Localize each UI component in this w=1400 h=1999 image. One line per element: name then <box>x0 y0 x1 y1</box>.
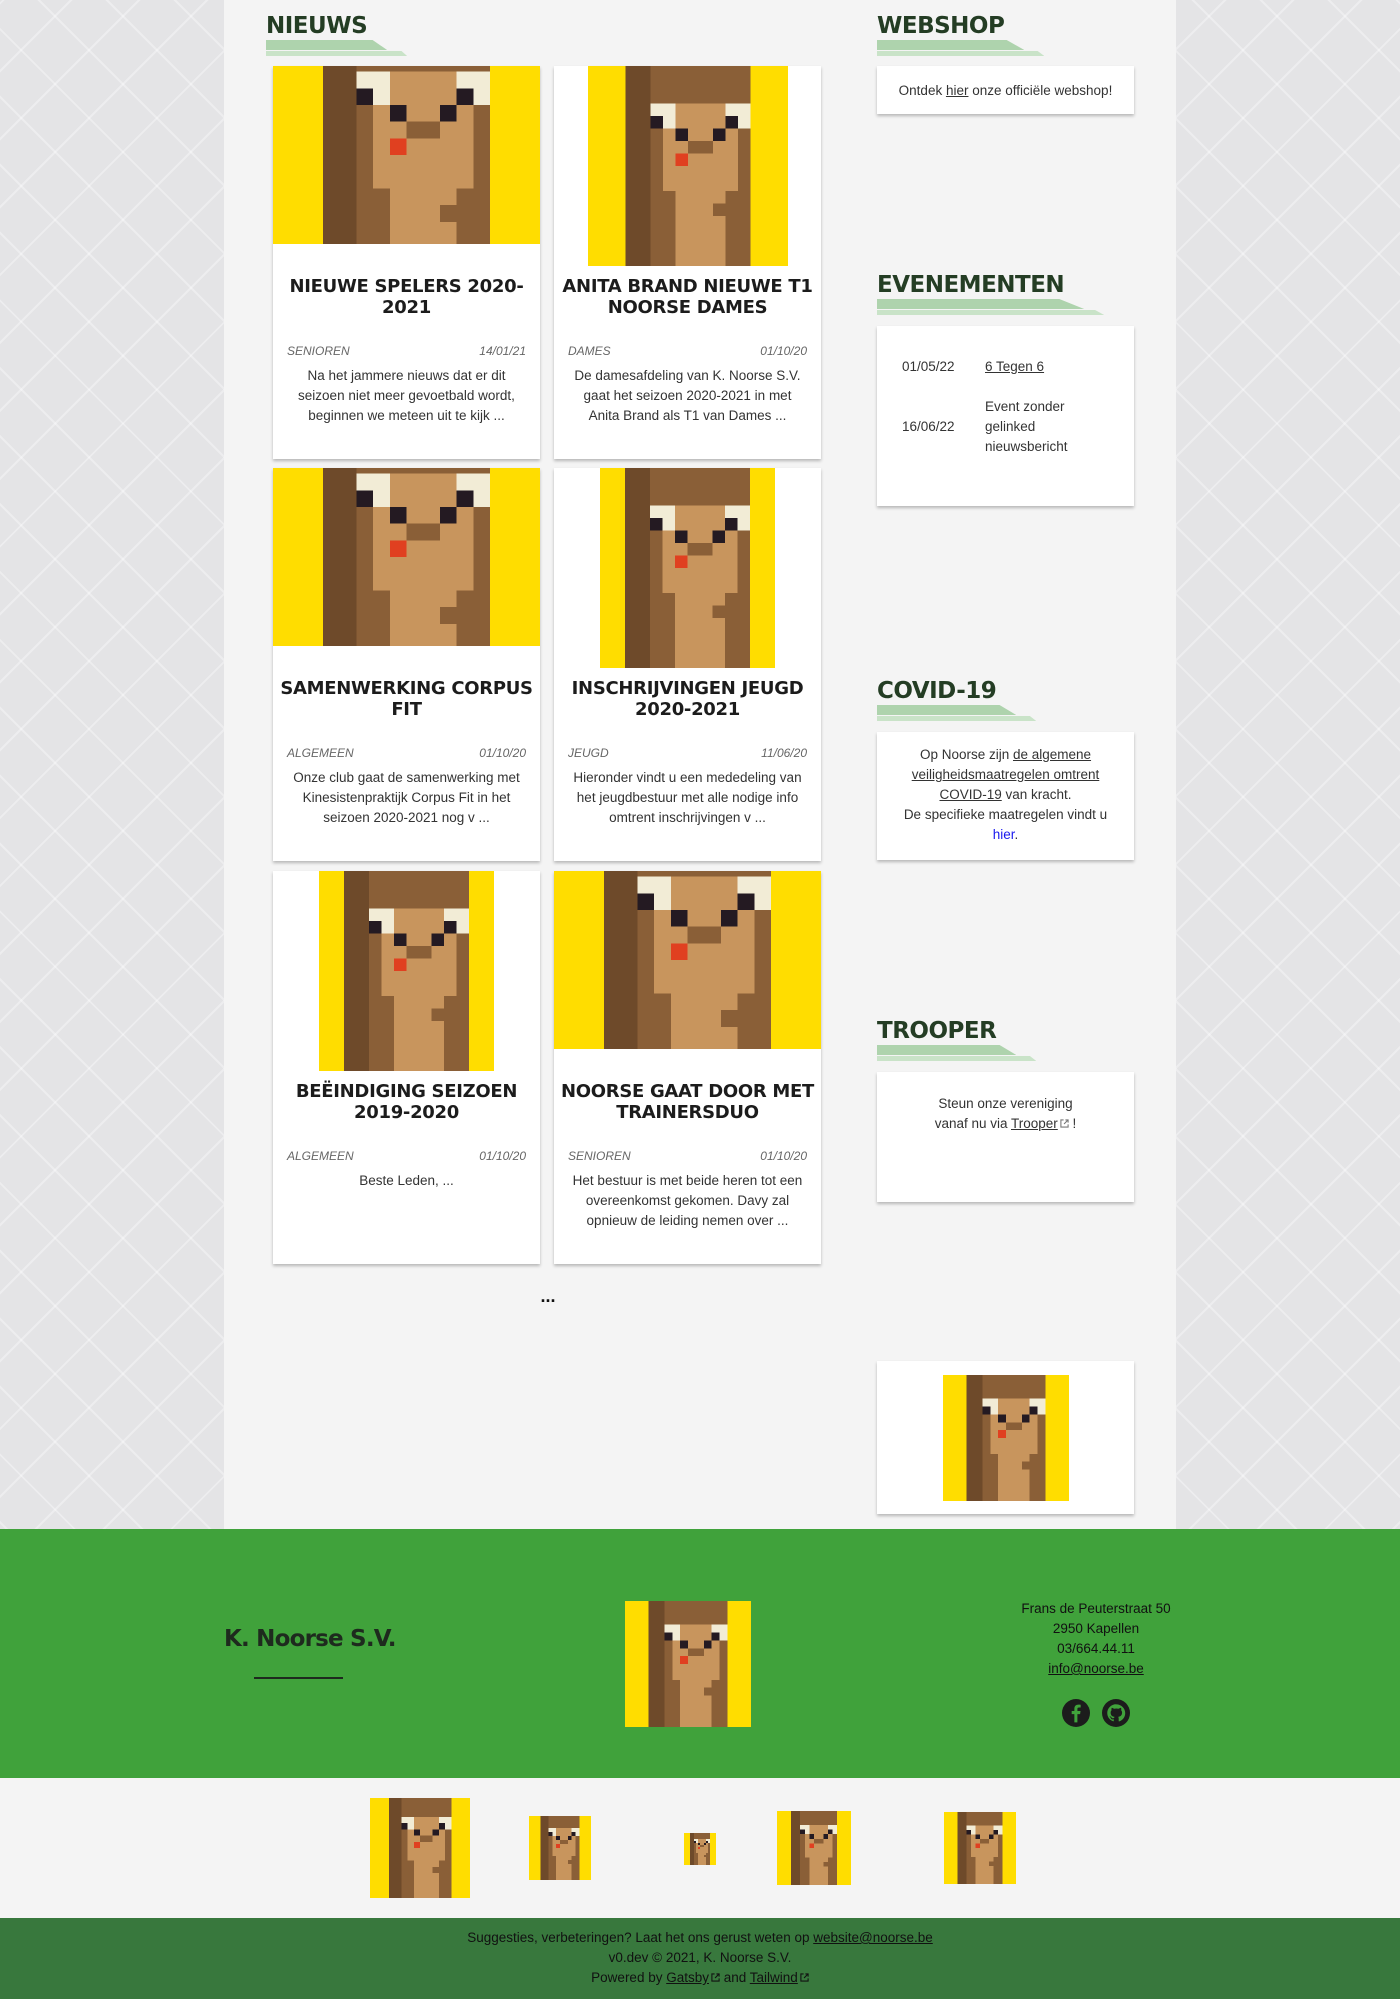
covid-specific-link[interactable]: hier <box>993 827 1015 842</box>
article-excerpt: De damesafdeling van K. Noorse S.V. gaat… <box>574 368 801 423</box>
article-date: 14/01/21 <box>479 344 526 358</box>
footer: K. Noorse S.V. Frans de Peuterstraat 50 … <box>0 1529 1400 1778</box>
article-image <box>554 66 821 266</box>
copyright: v0.dev © 2021, K. Noorse S.V. <box>608 1950 792 1965</box>
article-image <box>273 66 540 244</box>
article-title[interactable]: NIEUWE SPELERS 2020-2021 <box>279 276 534 318</box>
article-title[interactable]: NOORSE GAAT DOOR MET TRAINERSDUO <box>560 1081 815 1123</box>
covid-heading: COVID-19 <box>877 677 1037 721</box>
article-date: 01/10/20 <box>479 746 526 760</box>
article-image <box>273 468 540 646</box>
article-image <box>554 468 821 668</box>
sponsor-logo[interactable] <box>529 1816 591 1880</box>
webshop-card: Ontdek hier onze officiële webshop! <box>877 66 1134 114</box>
phone: 03/664.44.11 <box>1057 1641 1135 1656</box>
powered-by: Powered by Gatsby and Tailwind <box>0 1968 1400 1988</box>
website-email-link[interactable]: website@noorse.be <box>813 1930 933 1945</box>
club-logo[interactable] <box>625 1601 751 1727</box>
feedback-line: Suggesties, verbeteringen? Laat het ons … <box>467 1930 933 1945</box>
trooper-heading: TROOPER <box>877 1017 1037 1061</box>
sponsor-logo <box>943 1375 1069 1501</box>
external-link-icon <box>1060 1119 1069 1128</box>
article-title[interactable]: ANITA BRAND NIEUWE T1 NOORSE DAMES <box>560 276 815 318</box>
article-category: ALGEMEEN <box>287 1149 354 1163</box>
events-heading: EVENEMENTEN <box>877 271 1105 315</box>
load-more-button[interactable]: ... <box>530 1286 566 1307</box>
external-link-icon <box>800 1973 809 1982</box>
webshop-link[interactable]: hier <box>946 83 969 98</box>
article-excerpt: Na het jammere nieuws dat er dit seizoen… <box>298 368 515 423</box>
email-link[interactable]: info@noorse.be <box>1048 1661 1144 1676</box>
news-heading: NIEUWS <box>266 12 408 56</box>
club-name-underline <box>254 1677 343 1679</box>
event-date: 16/06/22 <box>902 419 955 434</box>
events-card: 01/05/22 6 Tegen 6 16/06/22 Event zonder… <box>877 326 1134 506</box>
event-date: 01/05/22 <box>902 359 955 374</box>
bottom-bar: Suggesties, verbeteringen? Laat het ons … <box>0 1918 1400 1999</box>
address: Frans de Peuterstraat 50 <box>1021 1601 1171 1616</box>
sponsor-logo[interactable] <box>684 1833 716 1865</box>
news-card[interactable]: ANITA BRAND NIEUWE T1 NOORSE DAMES DAMES… <box>554 66 821 459</box>
article-date: 01/10/20 <box>479 1149 526 1163</box>
news-card[interactable]: INSCHRIJVINGEN JEUGD 2020-2021 JEUGD 11/… <box>554 468 821 861</box>
sponsor-logo[interactable] <box>370 1798 470 1898</box>
sponsor-logo[interactable] <box>777 1811 851 1885</box>
trooper-link[interactable]: Trooper <box>1011 1116 1069 1131</box>
news-card[interactable]: SAMENWERKING CORPUS FIT ALGEMEEN 01/10/2… <box>273 468 540 861</box>
article-title[interactable]: SAMENWERKING CORPUS FIT <box>279 678 534 720</box>
sponsor-logo[interactable] <box>944 1812 1016 1884</box>
article-date: 11/06/20 <box>761 746 807 760</box>
news-card[interactable]: NOORSE GAAT DOOR MET TRAINERSDUO SENIORE… <box>554 871 821 1264</box>
article-excerpt: Hieronder vindt u een mededeling van het… <box>573 770 802 825</box>
article-category: SENIOREN <box>287 344 350 358</box>
event-link[interactable]: 6 Tegen 6 <box>985 357 1044 377</box>
article-category: DAMES <box>568 344 611 358</box>
article-category: JEUGD <box>568 746 609 760</box>
article-title[interactable]: INSCHRIJVINGEN JEUGD 2020-2021 <box>560 678 815 720</box>
contact-info: Frans de Peuterstraat 50 2950 Kapellen 0… <box>996 1599 1196 1679</box>
city: 2950 Kapellen <box>1052 1621 1140 1636</box>
article-category: SENIOREN <box>568 1149 631 1163</box>
tailwind-link[interactable]: Tailwind <box>750 1970 809 1985</box>
facebook-icon[interactable] <box>1062 1699 1090 1727</box>
article-excerpt: Onze club gaat de samenwerking met Kines… <box>293 770 520 825</box>
external-link-icon <box>711 1973 720 1982</box>
trooper-card: Steun onze vereniging vanaf nu via Troop… <box>877 1072 1134 1202</box>
article-image <box>554 871 821 1049</box>
sponsor-strip <box>0 1778 1400 1918</box>
article-title[interactable]: BEËINDIGING SEIZOEN 2019-2020 <box>279 1081 534 1123</box>
club-name: K. Noorse S.V. <box>224 1626 397 1652</box>
event-name: Event zonder gelinked nieuwsbericht <box>985 399 1068 454</box>
covid-card: Op Noorse zijn de algemene veiligheidsma… <box>877 732 1134 860</box>
sponsor-card[interactable] <box>877 1361 1134 1514</box>
gatsby-link[interactable]: Gatsby <box>666 1970 720 1985</box>
article-category: ALGEMEEN <box>287 746 354 760</box>
article-excerpt: Het bestuur is met beide heren tot een o… <box>572 1173 803 1228</box>
webshop-heading: WEBSHOP <box>877 12 1045 56</box>
article-date: 01/10/20 <box>760 1149 807 1163</box>
article-date: 01/10/20 <box>760 344 807 358</box>
github-icon[interactable] <box>1102 1699 1130 1727</box>
article-image <box>273 871 540 1071</box>
news-card[interactable]: BEËINDIGING SEIZOEN 2019-2020 ALGEMEEN 0… <box>273 871 540 1264</box>
news-card[interactable]: NIEUWE SPELERS 2020-2021 SENIOREN 14/01/… <box>273 66 540 459</box>
article-excerpt: Beste Leden, ... <box>359 1173 454 1188</box>
